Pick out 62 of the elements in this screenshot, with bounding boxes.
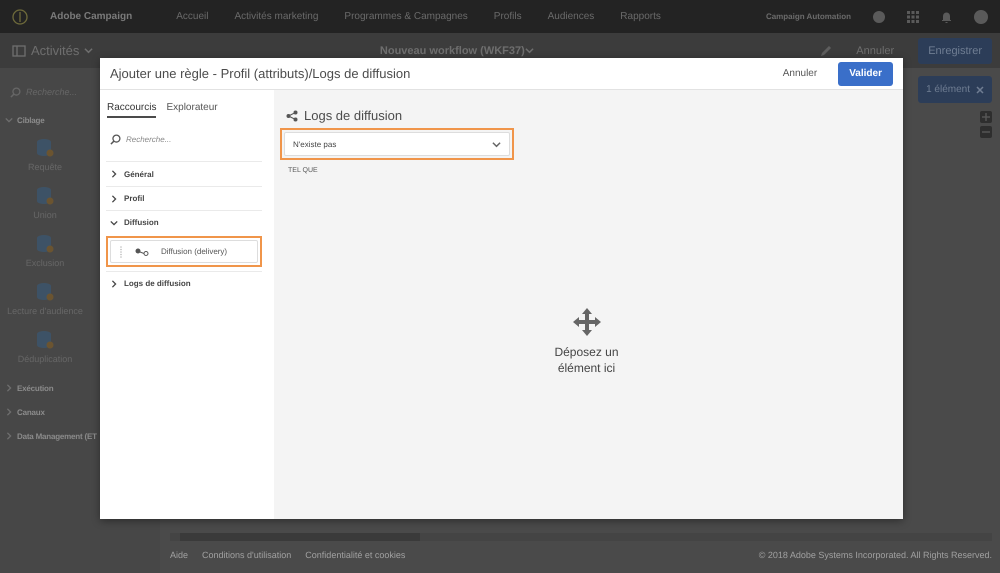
- nav-link[interactable]: Audiences: [548, 11, 594, 22]
- logo-icon: [12, 8, 28, 24]
- database-icon: [36, 330, 54, 350]
- tree-node[interactable]: Diffusion: [106, 210, 262, 234]
- nav-link[interactable]: Rapports: [620, 11, 661, 22]
- link-icon: [135, 248, 149, 256]
- search-icon: [110, 134, 121, 145]
- drag-handle-icon[interactable]: [119, 246, 123, 258]
- bell-icon[interactable]: [941, 10, 952, 22]
- database-icon: [36, 282, 54, 302]
- palette-group[interactable]: Data Management (ET: [5, 424, 160, 448]
- tree-node[interactable]: Profil: [106, 186, 262, 210]
- search-field[interactable]: Recherche...: [126, 135, 172, 144]
- nav-link[interactable]: Profils: [494, 11, 522, 22]
- tab[interactable]: Raccourcis: [107, 102, 156, 118]
- chevron-icon: [110, 280, 118, 288]
- palette-group[interactable]: Canaux: [5, 400, 160, 424]
- tree-node[interactable]: Général: [106, 162, 262, 186]
- save-button[interactable]: Enregistrer: [918, 38, 992, 64]
- chevron-icon: [5, 408, 13, 416]
- field-item[interactable]: Diffusion (delivery): [110, 240, 258, 263]
- copyright-text: © 2018 Adobe Systems Incorporated. All Rights Reserved.: [758, 550, 992, 560]
- panel-icon: [12, 44, 26, 56]
- chevron-down-icon: [492, 140, 501, 148]
- cancel-button[interactable]: Annuler: [772, 62, 828, 86]
- database-icon: [36, 186, 54, 206]
- close-icon[interactable]: [976, 86, 984, 94]
- footer-link[interactable]: Conditions d'utilisation: [202, 550, 292, 560]
- instance-name: Campaign Automation: [766, 12, 851, 21]
- rule-title: Logs de diffusion: [304, 108, 402, 123]
- chevron-icon: [5, 384, 13, 392]
- operator-dropdown[interactable]: N'existe pas: [284, 132, 510, 156]
- brand-name: Adobe Campaign: [50, 11, 132, 22]
- share-icon: [286, 110, 298, 122]
- tree-node[interactable]: Logs de diffusion: [106, 271, 262, 295]
- chevron-icon: [110, 170, 118, 178]
- caret-icon: [524, 46, 534, 55]
- apps-grid-icon[interactable]: [907, 10, 919, 22]
- move-icon: [572, 306, 602, 337]
- chevron-icon: [5, 116, 13, 124]
- avatar-icon[interactable]: [974, 10, 988, 24]
- search-icon: [10, 86, 21, 98]
- nav-link[interactable]: Programmes & Campagnes: [344, 11, 468, 22]
- zoom-out-button[interactable]: [980, 126, 992, 138]
- tab[interactable]: Explorateur: [166, 102, 218, 118]
- database-icon: [36, 234, 54, 254]
- confirm-button[interactable]: Valider: [838, 62, 893, 86]
- selection-chip[interactable]: 1 élément: [918, 76, 992, 103]
- footer-link[interactable]: Confidentialité et cookies: [305, 550, 406, 560]
- database-icon: [36, 138, 54, 158]
- palette-group[interactable]: Exécution: [5, 376, 160, 400]
- plus-icon: [982, 113, 990, 121]
- zoom-in-button[interactable]: [980, 111, 992, 123]
- footer-link[interactable]: Aide: [170, 550, 188, 560]
- dialog-title: Ajouter une règle - Profil (attributs)/Logs de diffusion: [110, 66, 410, 81]
- nav-link[interactable]: Activités marketing: [234, 11, 318, 22]
- caret-icon: [84, 46, 94, 55]
- chevron-icon: [110, 194, 118, 202]
- drop-zone-text: Déposez un élément ici: [553, 344, 620, 376]
- chevron-icon: [5, 432, 13, 440]
- nav-link[interactable]: Accueil: [176, 11, 208, 22]
- chevron-icon: [110, 218, 118, 226]
